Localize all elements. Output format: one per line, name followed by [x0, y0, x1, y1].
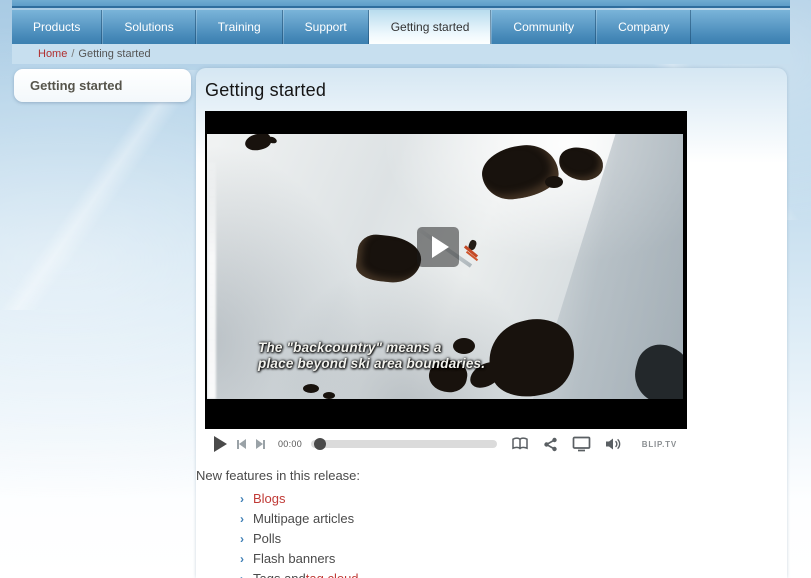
rock-blob — [479, 141, 561, 203]
sidebar-item-getting-started[interactable]: Getting started — [14, 69, 191, 102]
subtitle-line-1: The "backcountry" means a — [258, 340, 485, 356]
feature-list: › Blogs › Multipage articles › Polls › Flash… — [196, 491, 787, 578]
arrow-bullet-icon: › — [240, 572, 244, 578]
feature-link-tag-cloud[interactable]: tag cloud — [306, 571, 359, 578]
list-item-text: Flash banners — [253, 551, 335, 566]
video-player[interactable]: The "backcountry" means a place beyond s… — [205, 111, 687, 429]
book-icon[interactable] — [511, 437, 529, 451]
arrow-bullet-icon: › — [240, 552, 244, 566]
player-controls: 00:00 BLIP.TV — [205, 429, 687, 459]
nav-tab-support[interactable]: Support — [283, 10, 369, 44]
rock-blob — [557, 146, 604, 182]
nav-tab-company[interactable]: Company — [596, 10, 691, 44]
nav-filler — [691, 10, 790, 44]
progress-bar[interactable] — [311, 440, 497, 448]
list-item-text: Polls — [253, 531, 281, 546]
arrow-bullet-icon: › — [240, 492, 244, 506]
subtitle-line-2: place beyond ski area boundaries. — [258, 356, 485, 372]
nav-tab-label: Getting started — [391, 20, 470, 34]
list-item: › Tags and tag cloud — [196, 571, 787, 578]
bliptv-logo: BLIP.TV — [642, 440, 677, 449]
list-item: › Blogs — [196, 491, 787, 511]
rock-blob — [303, 384, 319, 393]
sidebar-item-label: Getting started — [30, 78, 122, 93]
rock-blob — [355, 233, 423, 285]
play-icon — [432, 236, 449, 258]
breadcrumb: Home / Getting started — [12, 44, 790, 64]
breadcrumb-current: Getting started — [78, 48, 150, 60]
progress-knob[interactable] — [314, 438, 326, 450]
previous-icon[interactable] — [237, 439, 246, 449]
list-item: › Multipage articles — [196, 511, 787, 531]
time-display: 00:00 — [278, 439, 302, 449]
screen-icon[interactable] — [572, 436, 591, 452]
main-navigation: Products Solutions Training Support Gett… — [12, 10, 790, 44]
nav-tab-products[interactable]: Products — [12, 10, 102, 44]
list-item-text: Tags and — [253, 571, 306, 578]
nav-tab-getting-started[interactable]: Getting started — [369, 10, 492, 44]
play-overlay-button[interactable] — [417, 227, 459, 267]
page-title: Getting started — [205, 80, 787, 101]
intro-text: New features in this release: — [196, 468, 787, 483]
share-icon[interactable] — [543, 437, 558, 452]
list-item-text: Multipage articles — [253, 511, 354, 526]
list-item: › Flash banners — [196, 551, 787, 571]
video-subtitle: The "backcountry" means a place beyond s… — [258, 340, 485, 372]
next-icon[interactable] — [256, 439, 265, 449]
nav-tab-solutions[interactable]: Solutions — [102, 10, 195, 44]
nav-tab-training[interactable]: Training — [196, 10, 283, 44]
feature-link-blogs[interactable]: Blogs — [253, 491, 286, 506]
content-panel: Getting started The "b — [196, 68, 787, 578]
breadcrumb-home-link[interactable]: Home — [38, 48, 67, 60]
volume-icon[interactable] — [605, 437, 622, 451]
frame-highlight — [207, 162, 216, 399]
play-icon[interactable] — [214, 436, 227, 452]
rock-blob — [545, 176, 563, 188]
arrow-bullet-icon: › — [240, 512, 244, 526]
rock-blob — [323, 392, 335, 399]
breadcrumb-separator: / — [71, 48, 74, 60]
arrow-bullet-icon: › — [240, 532, 244, 546]
player-right-controls — [497, 436, 622, 452]
header-strip — [12, 0, 790, 8]
nav-tab-community[interactable]: Community — [491, 10, 596, 44]
list-item: › Polls — [196, 531, 787, 551]
